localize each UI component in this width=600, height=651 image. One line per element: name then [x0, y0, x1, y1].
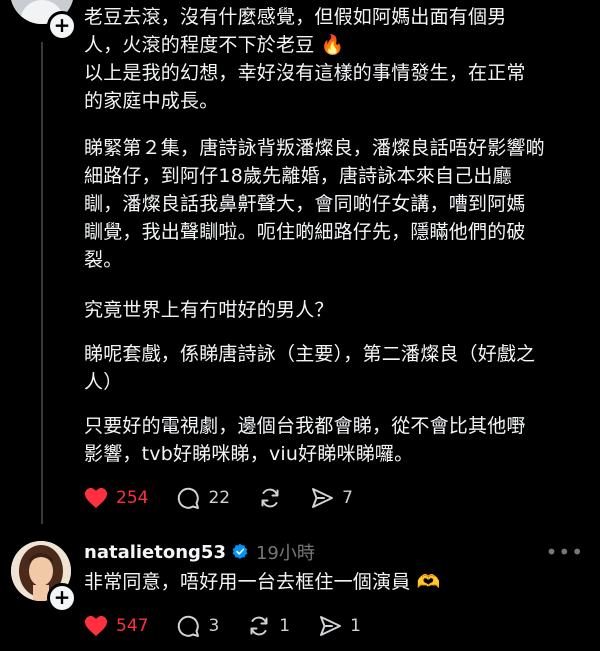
like-count: 547 — [116, 616, 149, 636]
post-actions: 254 22 7 — [84, 484, 381, 512]
share-count: 1 — [350, 616, 361, 636]
post-paragraph: 只要好的電視劇，邊個台我都會睇，從不會比其他嘢 影響，tvb好睇咪睇，viu好睇… — [84, 415, 526, 465]
like-count: 254 — [116, 488, 149, 508]
post-paragraph-block: 睇緊第２集，唐詩詠背叛潘燦良，潘燦良話唔好影響啲 細路仔，到阿仔18歲先離婚，唐… — [84, 134, 590, 274]
repost-count: 1 — [279, 616, 291, 636]
reply-actions: 547 3 1 1 — [84, 612, 389, 640]
repost-button[interactable]: 1 — [247, 614, 290, 638]
reply-header: natalietong53 19小時 — [84, 539, 315, 565]
reply-body: 非常同意，唔好用一台去框住一個演員 🫶 — [84, 568, 590, 596]
follow-plus-icon[interactable]: + — [47, 583, 77, 613]
share-icon — [320, 616, 342, 636]
fire-emoji: 🔥 — [320, 34, 345, 56]
heart-icon — [85, 616, 107, 636]
share-button[interactable]: 7 — [310, 486, 353, 510]
like-button[interactable]: 254 — [84, 487, 148, 509]
heart-icon — [85, 488, 107, 508]
reply-username[interactable]: natalietong53 — [84, 542, 226, 563]
post-paragraph: 究竟世界上有冇咁好的男人？ — [84, 299, 334, 321]
post-paragraph-block: 只要好的電視劇，邊個台我都會睇，從不會比其他嘢 影響，tvb好睇咪睇，viu好睇… — [84, 412, 590, 468]
post-paragraph: 老豆去滾，沒有什麼感覺，但假如阿媽出面有個男 人，火滾的程度不下於老豆 🔥 — [84, 6, 507, 56]
thread-line — [41, 42, 43, 524]
repost-icon — [261, 488, 279, 508]
post-paragraph-block: 究竟世界上有冇咁好的男人？ — [84, 296, 590, 324]
more-icon[interactable]: ••• — [546, 540, 584, 564]
share-icon — [312, 488, 334, 508]
reply-count: 22 — [208, 488, 231, 508]
comment-icon — [178, 615, 200, 637]
repost-icon — [250, 616, 268, 636]
post-paragraph-block: 睇呢套戲，係睇唐詩詠（主要），第二潘燦良（好戲之 人） — [84, 340, 590, 396]
comment-button[interactable]: 22 — [176, 486, 230, 510]
follow-plus-icon[interactable]: + — [47, 11, 77, 41]
share-count: 7 — [342, 488, 353, 508]
heart-hands-emoji: 🫶 — [416, 571, 441, 593]
repost-button[interactable] — [258, 486, 282, 510]
reply-time: 19小時 — [255, 543, 315, 564]
reply-count: 3 — [208, 616, 220, 636]
like-button[interactable]: 547 — [84, 615, 148, 637]
post-body: 老豆去滾，沒有什麼感覺，但假如阿媽出面有個男 人，火滾的程度不下於老豆 🔥 以上… — [84, 3, 590, 115]
post-paragraph: 睇緊第２集，唐詩詠背叛潘燦良，潘燦良話唔好影響啲 細路仔，到阿仔18歲先離婚，唐… — [84, 137, 545, 271]
comment-button[interactable]: 3 — [176, 614, 219, 638]
post-paragraph: 睇呢套戲，係睇唐詩詠（主要），第二潘燦良（好戲之 人） — [84, 343, 536, 393]
post-paragraph: 以上是我的幻想，幸好沒有這樣的事情發生，在正常 的家庭中成長。 — [84, 62, 526, 112]
comment-icon — [178, 487, 200, 509]
verified-icon — [232, 543, 248, 560]
share-button[interactable]: 1 — [318, 614, 361, 638]
reply-text: 非常同意，唔好用一台去框住一個演員 — [84, 571, 411, 593]
